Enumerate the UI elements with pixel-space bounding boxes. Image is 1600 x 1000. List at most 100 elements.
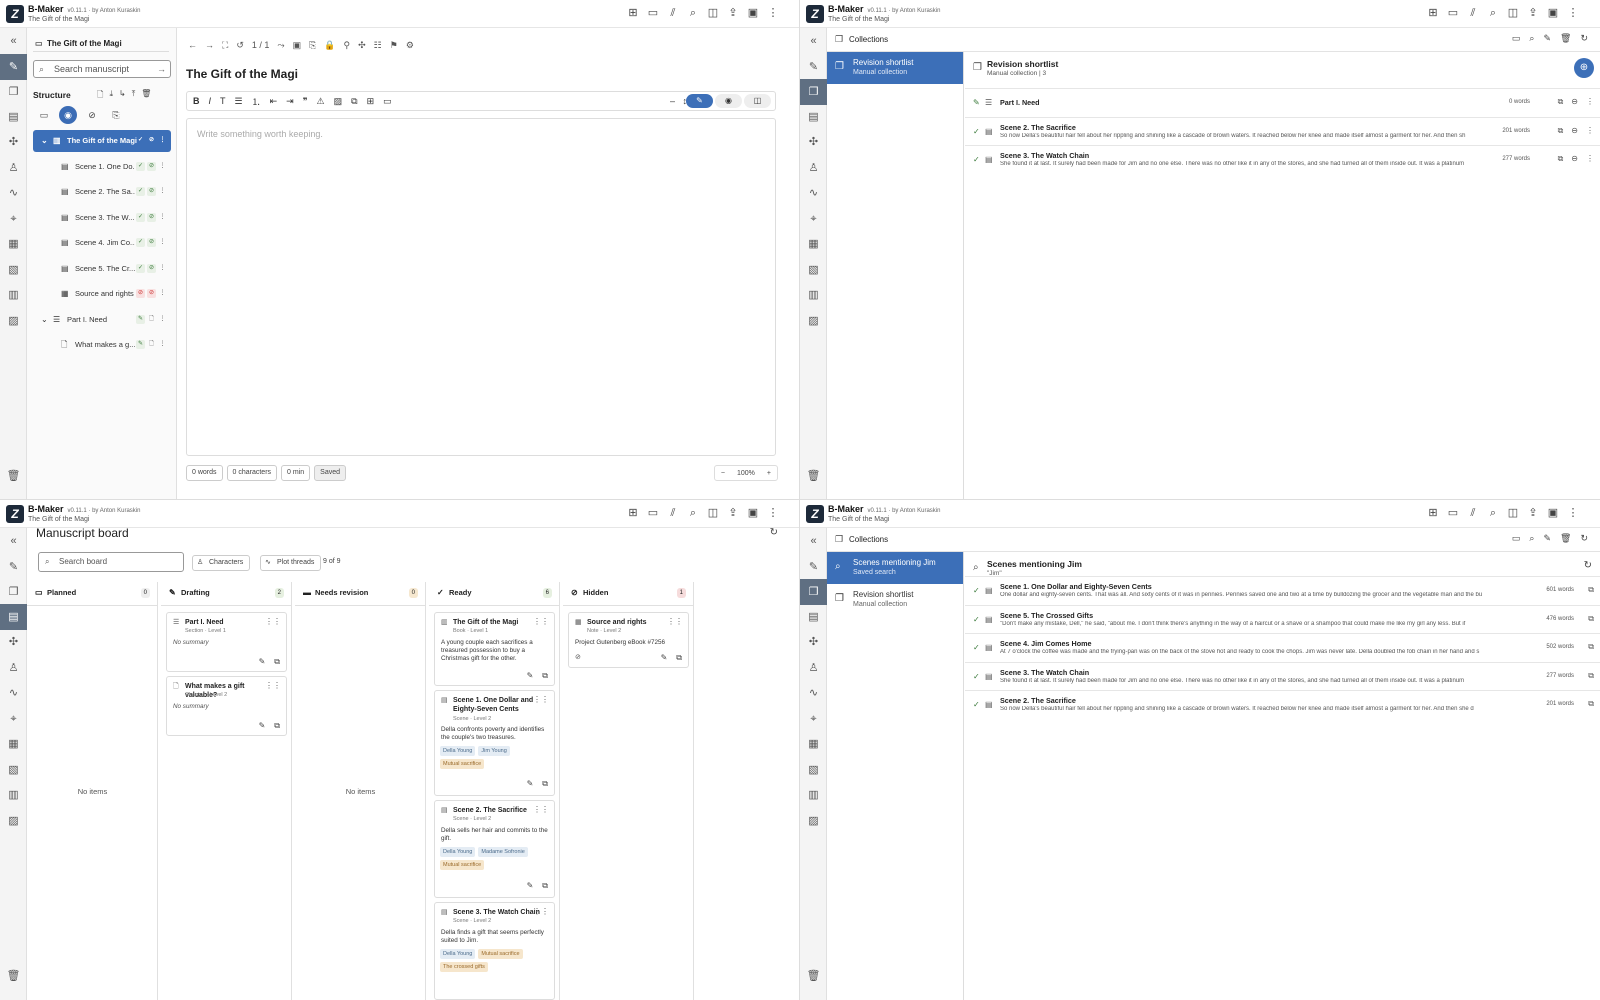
tree-node[interactable]: ▦ Source and rights ⊘ ⊘ ⋮ bbox=[33, 283, 171, 305]
rail-stats-icon[interactable]: ▥ bbox=[0, 782, 27, 808]
search-icon[interactable]: ⌕ bbox=[1486, 506, 1500, 520]
hatch-icon[interactable]: ⫽ bbox=[1466, 6, 1480, 20]
layout-icon[interactable]: ▭ bbox=[35, 106, 53, 124]
drag-icon[interactable]: ⋮⋮ bbox=[533, 617, 549, 626]
edit-mode-icon[interactable]: ✎ bbox=[686, 94, 713, 108]
quote-icon[interactable]: ❞ bbox=[303, 96, 308, 107]
folder-icon[interactable]: ▭ bbox=[1446, 6, 1460, 20]
bookmark-icon[interactable]: ⚑ bbox=[390, 40, 398, 51]
rail-write-icon[interactable]: ✎ bbox=[800, 554, 827, 580]
rail-graph-icon[interactable]: ✣ bbox=[0, 629, 27, 655]
delete-icon[interactable]: 🗑 bbox=[141, 89, 151, 103]
tree-node[interactable]: ▤ Scene 3. The W... ✓ ⊘ ⋮ bbox=[33, 207, 171, 229]
board-search-input[interactable]: ⌕ Search board bbox=[38, 552, 184, 572]
open-icon[interactable]: ⧉ bbox=[1558, 97, 1564, 107]
rail-graph-icon[interactable]: ✣ bbox=[800, 129, 827, 155]
folder-icon[interactable]: ▭ bbox=[1446, 506, 1460, 520]
split-icon[interactable]: ◫ bbox=[1506, 506, 1520, 520]
drag-icon[interactable]: ⋮⋮ bbox=[265, 617, 281, 626]
tree-node[interactable]: ⌄ ▥ The Gift of the Magi ✓ ⊘ ⋮ bbox=[33, 130, 171, 152]
upload-icon[interactable]: ⤒ bbox=[132, 89, 136, 103]
bullet-list-icon[interactable]: ☰ bbox=[235, 96, 243, 107]
editor-textarea[interactable]: Write something worth keeping. bbox=[186, 118, 776, 456]
rail-notes-icon[interactable]: ▦ bbox=[0, 731, 27, 757]
rail-characters-icon[interactable]: ♙ bbox=[800, 155, 827, 181]
add-doc-icon[interactable]: ⊞ bbox=[1426, 506, 1440, 520]
board-card[interactable]: ▥ The Gift of the Magi ⋮⋮ Book · Level 1A y… bbox=[434, 612, 555, 686]
lock-icon[interactable]: 🔒 bbox=[324, 40, 335, 51]
panel-icon[interactable]: ▣ bbox=[293, 40, 302, 51]
thread-tag[interactable]: Mutual sacrifice bbox=[440, 860, 485, 870]
split-icon[interactable]: ◫ bbox=[706, 6, 720, 20]
chevron-down-icon[interactable]: ⌄ bbox=[41, 309, 48, 331]
drag-icon[interactable]: ⋮⋮ bbox=[265, 681, 281, 690]
search-result-row[interactable]: ✓ ▤ Scene 2. The Sacrifice So now Della's b… bbox=[965, 690, 1600, 719]
italic-icon[interactable]: I bbox=[209, 96, 212, 106]
folder-icon[interactable]: ▭ bbox=[646, 6, 660, 20]
calendar-icon[interactable]: ▣ bbox=[1546, 6, 1560, 20]
add-doc-icon[interactable]: ⊞ bbox=[1426, 6, 1440, 20]
new-folder-icon[interactable]: ▭ bbox=[1512, 533, 1521, 544]
rail-collections-icon[interactable]: ❐ bbox=[0, 79, 27, 105]
collapse-icon[interactable]: « bbox=[0, 528, 27, 554]
collapse-icon[interactable]: « bbox=[800, 528, 827, 554]
graph-icon[interactable]: ✣ bbox=[358, 40, 366, 51]
insert-icon[interactable]: ⊞ bbox=[367, 96, 375, 107]
rail-export-icon[interactable]: ▨ bbox=[0, 308, 27, 334]
tree-node[interactable]: 🗋 What makes a g... ✎ 🗋 ⋮ bbox=[33, 334, 171, 356]
collection-item[interactable]: ❐ Revision shortlist Manual collection bbox=[827, 52, 963, 84]
refresh-icon[interactable]: ↻ bbox=[1580, 33, 1588, 44]
drag-icon[interactable]: ⋮⋮ bbox=[533, 907, 549, 916]
thread-tag[interactable]: Mutual sacrifice bbox=[478, 949, 523, 959]
pin-icon[interactable]: ⚲ bbox=[344, 40, 351, 51]
hatch-icon[interactable]: ⫽ bbox=[666, 6, 680, 20]
export-icon[interactable]: ⇪ bbox=[1526, 506, 1540, 520]
board-card[interactable]: 🗋 What makes a gift valuable? ⋮⋮ Chapter · … bbox=[166, 676, 287, 736]
trash-icon[interactable]: 🗑 bbox=[800, 463, 827, 489]
rail-gallery-icon[interactable]: ▧ bbox=[0, 257, 27, 283]
rail-characters-icon[interactable]: ♙ bbox=[0, 655, 27, 681]
drag-icon[interactable]: ⋮ bbox=[1586, 126, 1594, 136]
open-icon[interactable]: ⧉ bbox=[1588, 671, 1594, 681]
plot-threads-filter[interactable]: ∿ Plot threads bbox=[260, 555, 322, 571]
history-icon[interactable]: ↺ bbox=[236, 40, 244, 51]
manuscript-search-input[interactable]: ⌕ Search manuscript → bbox=[33, 60, 171, 78]
board-card[interactable]: ▤ Scene 2. The Sacrifice ⋮⋮ Scene · Level 2… bbox=[434, 800, 555, 898]
remove-icon[interactable]: ⊖ bbox=[1571, 126, 1578, 136]
forward-icon[interactable]: → bbox=[205, 40, 214, 51]
rows-icon[interactable]: ☷ bbox=[374, 40, 382, 51]
rail-collections-icon[interactable]: ❐ bbox=[0, 579, 27, 605]
export-icon[interactable]: ⇪ bbox=[726, 506, 740, 520]
rail-stats-icon[interactable]: ▥ bbox=[800, 782, 827, 808]
split-icon[interactable]: ◫ bbox=[706, 506, 720, 520]
rail-threads-icon[interactable]: ∿ bbox=[800, 680, 827, 706]
search-result-row[interactable]: ✓ ▤ Scene 1. One Dollar and Eighty-Seven C… bbox=[965, 576, 1600, 605]
collection-item[interactable]: ⌕ Scenes mentioning Jim Saved search bbox=[827, 552, 963, 584]
edit-icon[interactable]: ✎ bbox=[527, 881, 534, 891]
alert-icon[interactable]: ⚠ bbox=[317, 96, 325, 107]
open-icon[interactable]: ⧉ bbox=[542, 881, 548, 891]
open-icon[interactable]: ⧉ bbox=[676, 653, 682, 663]
collection-row[interactable]: ✓ ▤ Scene 3. The Watch Chain She found it a… bbox=[965, 145, 1600, 174]
search-icon[interactable]: ⌕ bbox=[1486, 6, 1500, 20]
zoom-in-icon[interactable]: + bbox=[767, 466, 771, 480]
rail-write-icon[interactable]: ✎ bbox=[0, 54, 27, 80]
divider-icon[interactable]: ‒ bbox=[670, 96, 675, 106]
document-title[interactable]: The Gift of the Magi bbox=[186, 67, 298, 81]
export-icon[interactable]: ⇪ bbox=[1526, 6, 1540, 20]
rail-board-icon[interactable]: ▤ bbox=[0, 604, 27, 630]
remove-icon[interactable]: ⊖ bbox=[1571, 97, 1578, 107]
collection-item[interactable]: ❐ Revision shortlist Manual collection bbox=[827, 584, 963, 616]
trash-icon[interactable]: 🗑 bbox=[800, 963, 827, 989]
more-icon[interactable]: ⋮ bbox=[766, 506, 780, 520]
add-item-button[interactable]: ⊕ bbox=[1574, 58, 1594, 78]
rail-places-icon[interactable]: ⌖ bbox=[800, 206, 827, 232]
refresh-icon[interactable]: ↻ bbox=[770, 527, 778, 538]
import-icon[interactable]: ↳ bbox=[119, 89, 126, 103]
tree-node[interactable]: ▤ Scene 5. The Cr... ✓ ⊘ ⋮ bbox=[33, 258, 171, 280]
unlink-icon[interactable]: ⤳ bbox=[277, 40, 284, 51]
search-icon[interactable]: ⌕ bbox=[686, 506, 700, 520]
edit-icon[interactable]: ✎ bbox=[527, 671, 534, 681]
eye-off-icon[interactable]: ⊘ bbox=[83, 106, 101, 124]
add-doc-icon[interactable]: ⊞ bbox=[626, 6, 640, 20]
